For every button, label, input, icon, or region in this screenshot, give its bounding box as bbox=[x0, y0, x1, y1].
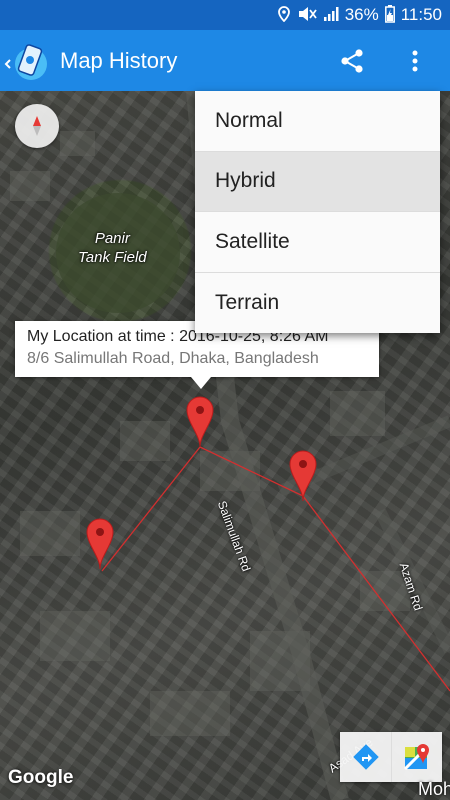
directions-button[interactable] bbox=[340, 732, 391, 782]
more-vert-icon bbox=[412, 50, 418, 71]
overflow-menu-button[interactable] bbox=[400, 39, 430, 83]
location-icon bbox=[277, 5, 291, 25]
page-title: Map History bbox=[60, 47, 178, 73]
compass-icon bbox=[33, 116, 41, 136]
map-partial-label: Moh bbox=[418, 779, 450, 799]
menu-item-terrain[interactable]: Terrain bbox=[195, 273, 440, 334]
battery-percent: 36% bbox=[344, 5, 379, 24]
map-toolbar bbox=[340, 732, 442, 782]
open-in-maps-button[interactable] bbox=[391, 732, 442, 782]
compass-button[interactable] bbox=[15, 104, 59, 148]
app-logo-icon[interactable] bbox=[4, 36, 54, 86]
app-bar: Map History bbox=[0, 30, 450, 91]
signal-icon bbox=[323, 6, 339, 25]
share-button[interactable] bbox=[330, 39, 374, 83]
status-bar: 36% 11:50 bbox=[0, 0, 450, 30]
map-type-menu: Normal Hybrid Satellite Terrain bbox=[195, 91, 440, 333]
share-icon bbox=[341, 48, 363, 73]
battery-icon bbox=[384, 4, 395, 26]
menu-item-normal[interactable]: Normal bbox=[195, 91, 440, 152]
mute-icon bbox=[297, 6, 317, 25]
menu-item-hybrid[interactable]: Hybrid bbox=[195, 151, 440, 212]
status-time: 11:50 bbox=[400, 5, 442, 24]
info-window-address: 8/6 Salimullah Road, Dhaka, Bangladesh bbox=[27, 350, 319, 367]
menu-item-satellite[interactable]: Satellite bbox=[195, 212, 440, 273]
location-pin-2[interactable] bbox=[289, 450, 317, 502]
directions-icon bbox=[352, 744, 379, 770]
place-label: Panir Tank Field bbox=[78, 230, 147, 266]
location-pin-1[interactable] bbox=[186, 396, 214, 448]
google-logo: Google bbox=[8, 767, 74, 788]
google-maps-icon bbox=[403, 744, 429, 771]
